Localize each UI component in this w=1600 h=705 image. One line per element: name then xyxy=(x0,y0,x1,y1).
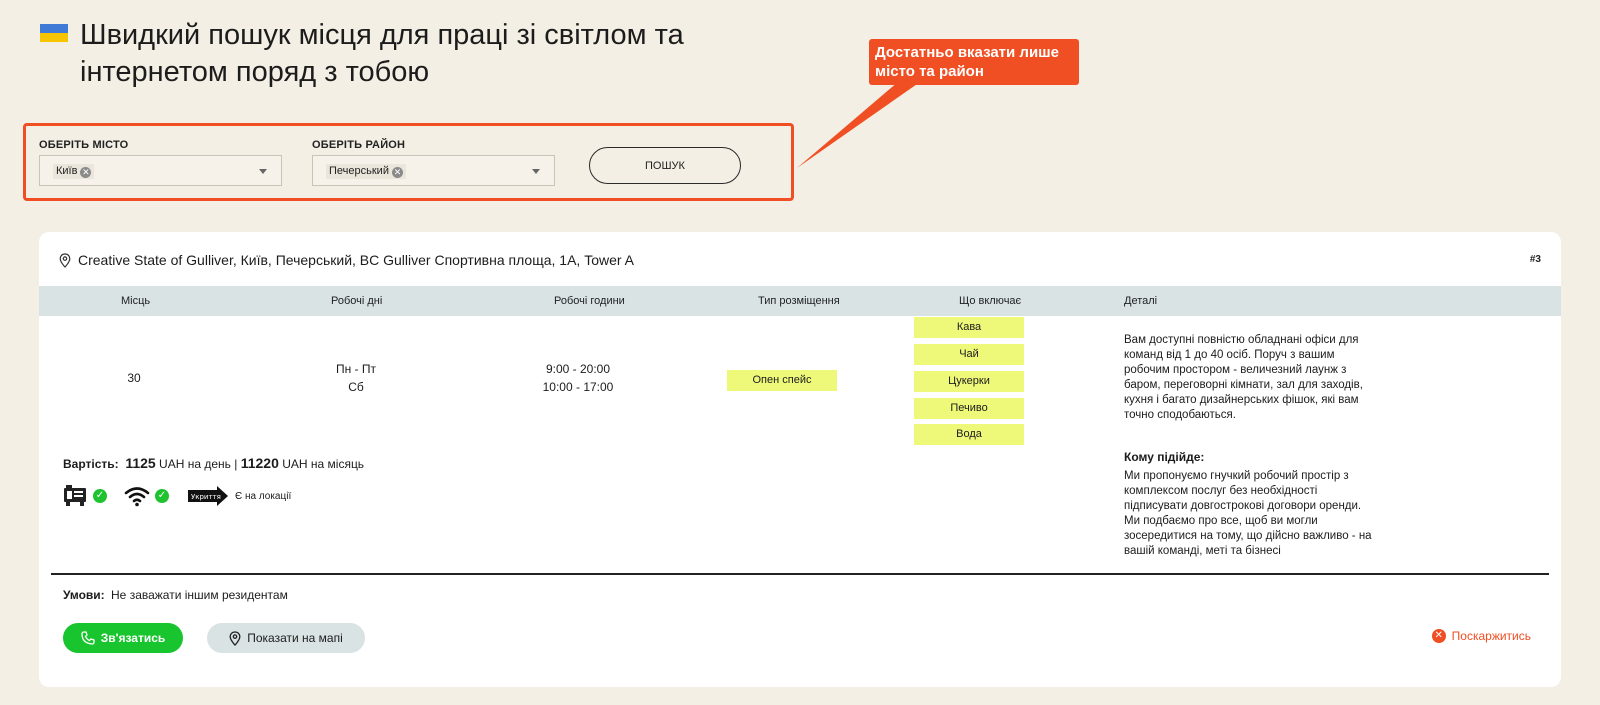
terms: Умови: Не заважати іншим резидентам xyxy=(63,588,288,602)
location-pin-icon xyxy=(229,630,241,646)
show-on-map-button[interactable]: Показати на мапі xyxy=(207,623,365,653)
contact-button[interactable]: Зв'язатись xyxy=(63,623,183,653)
price-label: Вартість: xyxy=(63,457,119,471)
col-placement: Тип розміщення xyxy=(758,295,840,307)
price-month: 11220 xyxy=(240,455,279,471)
include-tag: Печиво xyxy=(914,398,1024,419)
col-includes: Що включає xyxy=(959,295,1022,307)
check-icon: ✓ xyxy=(93,489,107,503)
hint-callout: Достатньо вказати лише місто та район xyxy=(869,39,1079,85)
days-line1: Пн - Пт xyxy=(335,362,377,376)
chevron-down-icon[interactable] xyxy=(259,169,267,174)
days-line2: Сб xyxy=(348,380,364,394)
price-day-unit: UAH на день | xyxy=(159,457,238,471)
listing-card: Creative State of Gulliver, Київ, Печерс… xyxy=(39,232,1561,687)
suits-label: Кому підійде: xyxy=(1124,450,1205,464)
shelter-sign-label: Укриття xyxy=(191,493,221,501)
address-text: Creative State of Gulliver, Київ, Печерс… xyxy=(78,252,634,268)
generator-amenity: ✓ xyxy=(62,483,107,509)
shelter-arrow-icon: Укриття xyxy=(188,486,228,506)
location-pin-icon xyxy=(59,252,71,268)
map-button-label: Показати на мапі xyxy=(247,631,343,645)
ukraine-flag-icon xyxy=(40,24,68,42)
close-circle-icon: ✕ xyxy=(1431,629,1446,643)
district-select[interactable]: Печерський ✕ xyxy=(312,155,555,186)
price-day: 1125 xyxy=(125,455,156,471)
search-button[interactable]: ПОШУК xyxy=(589,147,741,184)
include-tag: Чай xyxy=(914,344,1024,365)
page-title: Швидкий пошук місця для праці зі світлом… xyxy=(80,17,760,91)
remove-district-icon[interactable]: ✕ xyxy=(391,167,403,178)
work-hours: 9:00 - 20:00 10:00 - 17:00 xyxy=(528,360,628,396)
wifi-icon xyxy=(124,487,150,507)
listing-address: Creative State of Gulliver, Київ, Печерс… xyxy=(59,252,634,268)
include-tag: Цукерки xyxy=(914,371,1024,392)
check-icon: ✓ xyxy=(155,489,169,503)
table-header: Місць Робочі дні Робочі години Тип розмі… xyxy=(39,286,1561,316)
include-tag: Вода xyxy=(914,424,1024,445)
remove-city-icon[interactable]: ✕ xyxy=(80,167,92,178)
city-label: ОБЕРІТЬ МІСТО xyxy=(39,139,129,151)
suits-text: Ми пропонуємо гнучкий робочий простір з … xyxy=(1124,470,1372,557)
city-chip-label: Київ xyxy=(56,165,78,177)
generator-icon xyxy=(64,485,86,506)
divider xyxy=(51,573,1549,575)
district-chip: Печерський ✕ xyxy=(326,164,406,179)
work-days: Пн - Пт Сб xyxy=(306,360,406,396)
phone-icon xyxy=(81,631,95,645)
page-title-line1: Швидкий пошук місця для праці зі світлом… xyxy=(80,19,684,51)
col-days: Робочі дні xyxy=(331,295,383,307)
callout-line1: Достатньо вказати лише xyxy=(875,44,1060,61)
callout-line2: місто та район xyxy=(875,63,984,80)
hours-line1: 9:00 - 20:00 xyxy=(545,362,611,376)
district-label: ОБЕРІТЬ РАЙОН xyxy=(312,139,406,151)
col-seats: Місць xyxy=(121,295,151,307)
complain-label: Поскаржитись xyxy=(1451,629,1531,643)
contact-button-label: Зв'язатись xyxy=(100,631,166,645)
city-chip: Київ ✕ xyxy=(53,164,95,179)
shelter-text: Є на локації xyxy=(235,490,292,502)
col-details: Деталі xyxy=(1124,295,1158,307)
col-hours: Робочі години xyxy=(554,295,625,307)
price-line: Вартість: 1125 UAH на день | 11220 UAH н… xyxy=(63,455,364,471)
page-title-line2: інтернетом поряд з тобою xyxy=(80,56,430,88)
shelter-amenity: Укриття Є на локації xyxy=(187,483,291,509)
price-month-unit: UAH на місяць xyxy=(282,457,365,471)
city-select[interactable]: Київ ✕ xyxy=(39,155,282,186)
seats-value: 30 xyxy=(127,371,141,385)
complain-button[interactable]: ✕ Поскаржитись xyxy=(1431,629,1531,643)
search-panel: ОБЕРІТЬ МІСТО Київ ✕ ОБЕРІТЬ РАЙОН Печерс… xyxy=(23,123,794,201)
terms-text: Не заважати іншим резидентам xyxy=(111,588,288,602)
include-tag: Кава xyxy=(914,317,1024,338)
wifi-amenity: ✓ xyxy=(124,483,169,509)
listing-id: #3 xyxy=(1529,254,1541,265)
placement-tag: Опен спейс xyxy=(727,370,837,391)
terms-label: Умови: xyxy=(63,588,105,602)
district-chip-label: Печерський xyxy=(329,165,389,177)
details-text: Вам доступні повністю обладнані офіси дл… xyxy=(1124,334,1363,421)
chevron-down-icon[interactable] xyxy=(532,169,540,174)
hours-line2: 10:00 - 17:00 xyxy=(542,380,614,394)
